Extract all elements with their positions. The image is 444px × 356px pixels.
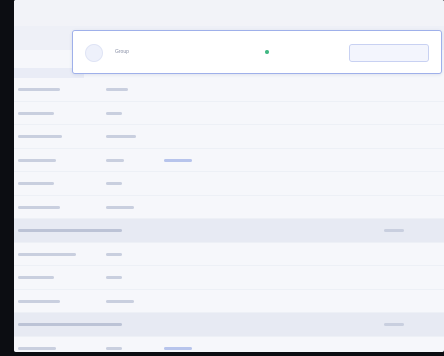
group-name bbox=[18, 322, 122, 327]
row-value bbox=[106, 111, 122, 116]
row-value bbox=[106, 134, 136, 139]
row-link[interactable] bbox=[164, 346, 192, 351]
row-value bbox=[106, 205, 134, 210]
row-value bbox=[106, 181, 122, 186]
table-row[interactable] bbox=[14, 78, 444, 102]
row-name bbox=[18, 134, 62, 139]
card-action-button[interactable] bbox=[349, 44, 429, 62]
row-value bbox=[106, 346, 122, 351]
row-name bbox=[18, 252, 76, 257]
group-count bbox=[384, 322, 404, 327]
row-name bbox=[18, 275, 54, 280]
row-name bbox=[18, 346, 56, 351]
table-row[interactable] bbox=[14, 290, 444, 313]
row-link[interactable] bbox=[164, 158, 192, 163]
status-dot-icon bbox=[265, 49, 269, 54]
row-name bbox=[18, 111, 54, 116]
group-count bbox=[384, 228, 404, 233]
table-row[interactable] bbox=[14, 337, 444, 353]
table-row[interactable] bbox=[14, 196, 444, 219]
row-name bbox=[18, 299, 60, 304]
table-group-header[interactable] bbox=[14, 219, 444, 243]
row-value bbox=[106, 275, 122, 280]
row-name bbox=[18, 181, 54, 186]
row-value bbox=[106, 299, 134, 304]
top-bar bbox=[14, 0, 444, 26]
group-icon bbox=[85, 44, 103, 62]
table-row[interactable] bbox=[14, 102, 444, 125]
row-name bbox=[18, 158, 56, 163]
group-card[interactable]: Group bbox=[72, 30, 442, 74]
row-value bbox=[106, 87, 128, 92]
table-row[interactable] bbox=[14, 125, 444, 149]
table-row[interactable] bbox=[14, 149, 444, 172]
card-label: Group bbox=[115, 49, 129, 55]
table-row[interactable] bbox=[14, 172, 444, 196]
row-name bbox=[18, 205, 60, 210]
table-group-header[interactable] bbox=[14, 313, 444, 337]
row-value bbox=[106, 158, 124, 163]
table-row[interactable] bbox=[14, 243, 444, 266]
group-name bbox=[18, 228, 122, 233]
table-row[interactable] bbox=[14, 266, 444, 290]
row-name bbox=[18, 87, 60, 92]
row-value bbox=[106, 252, 122, 257]
table bbox=[14, 78, 444, 352]
card-status bbox=[265, 49, 272, 55]
